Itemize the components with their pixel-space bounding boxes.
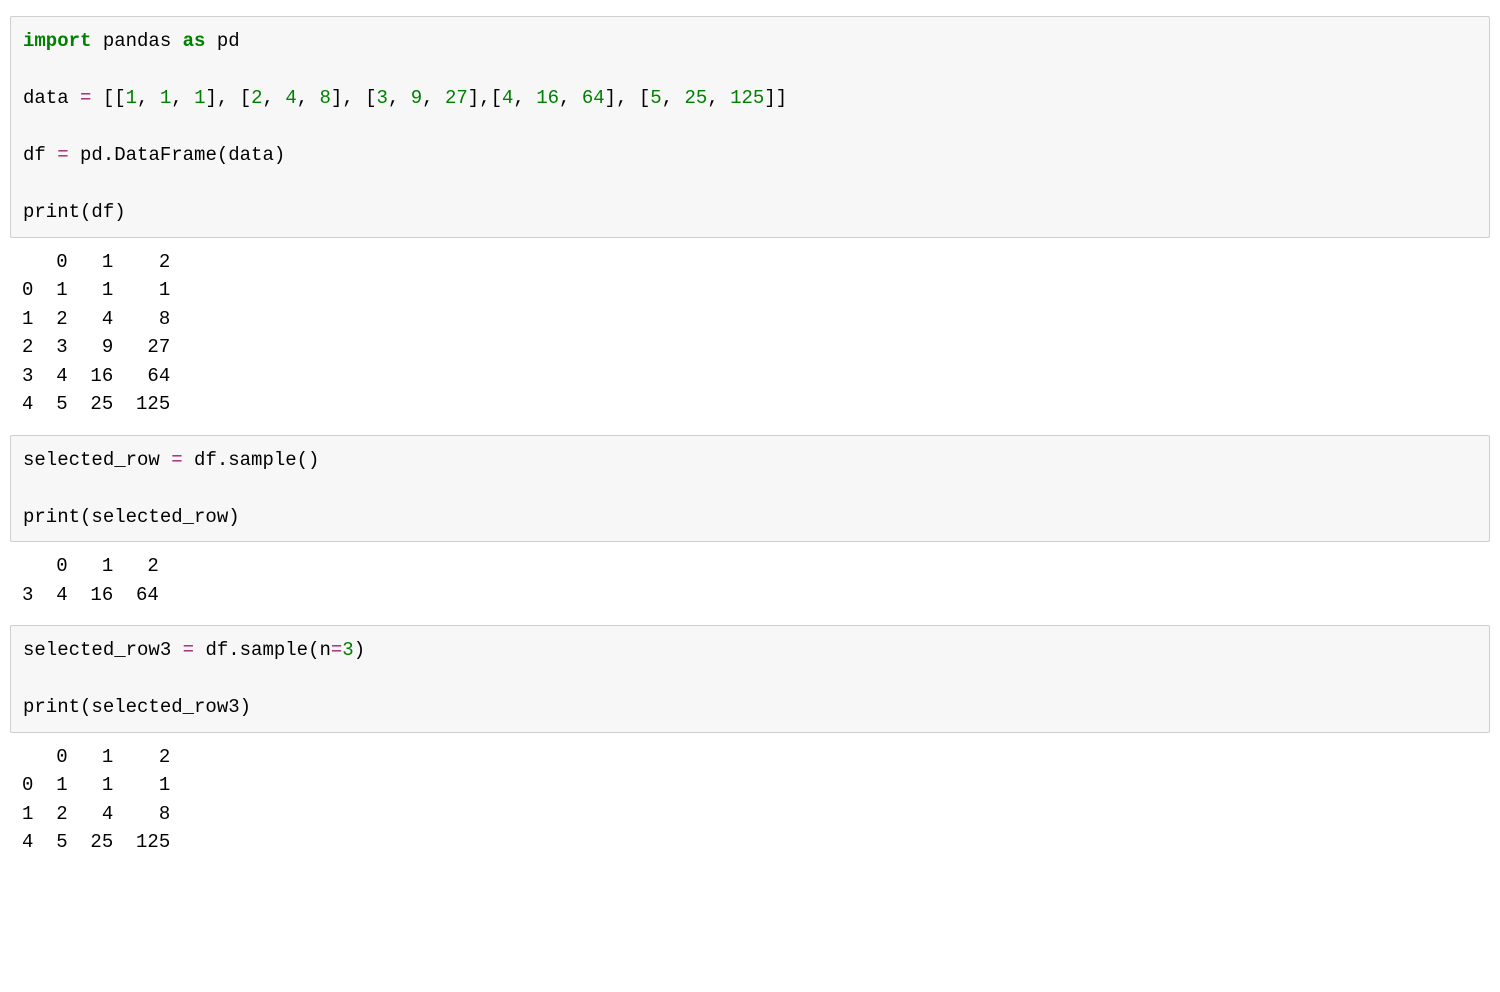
- code-cell-3[interactable]: selected_row3 = df.sample(n=3) print(sel…: [10, 625, 1490, 733]
- notebook: import pandas as pd data = [[1, 1, 1], […: [10, 16, 1490, 867]
- code-cell-2[interactable]: selected_row = df.sample() print(selecte…: [10, 435, 1490, 543]
- output-cell-3: 0 1 2 0 1 1 1 1 2 4 8 4 5 25 125: [10, 737, 1490, 867]
- output-cell-2: 0 1 2 3 4 16 64: [10, 546, 1490, 619]
- output-cell-1: 0 1 2 0 1 1 1 1 2 4 8 2 3 9 27 3 4 16 64…: [10, 242, 1490, 429]
- code-cell-1[interactable]: import pandas as pd data = [[1, 1, 1], […: [10, 16, 1490, 238]
